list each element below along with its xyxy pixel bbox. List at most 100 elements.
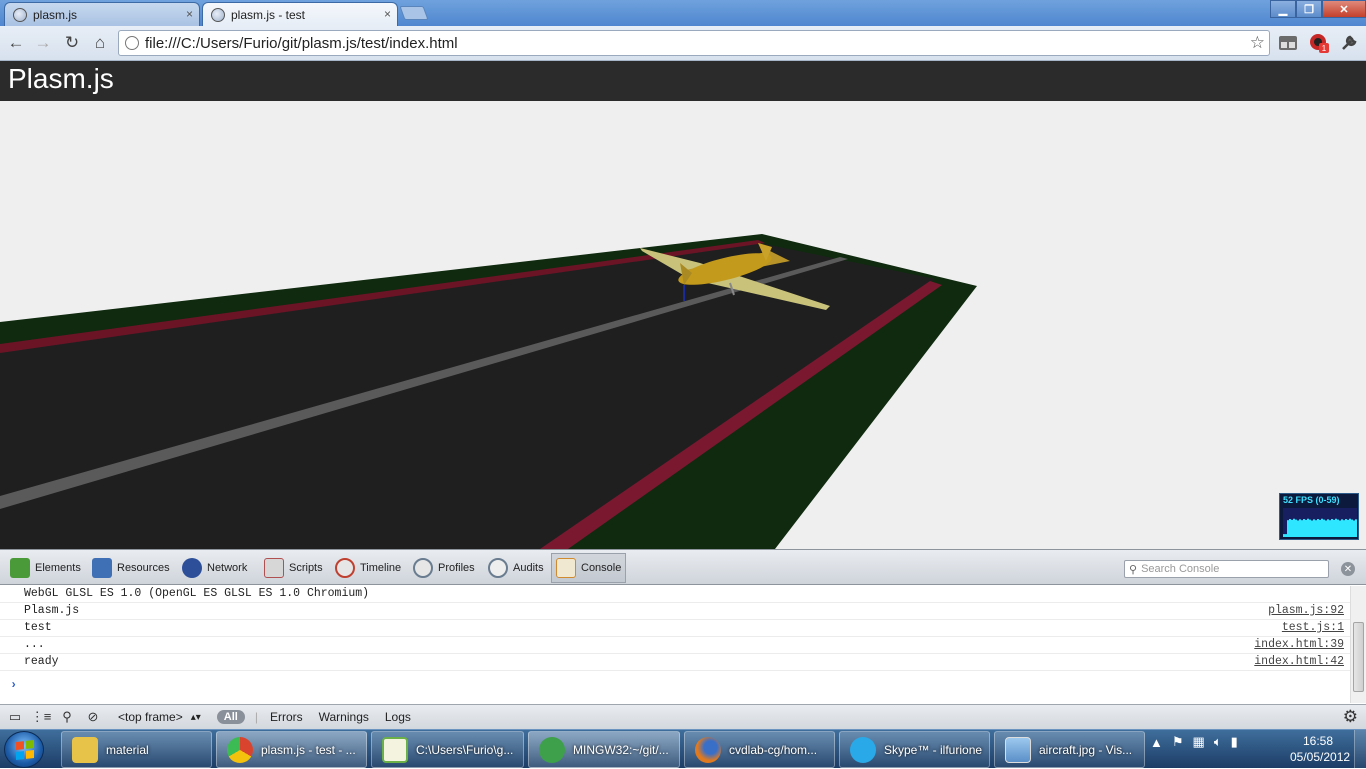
- chrome-icon: [227, 736, 253, 763]
- devtools-toolbar: Elements Resources Network Scripts Timel…: [0, 549, 1366, 585]
- console-scrollbar[interactable]: [1350, 586, 1366, 703]
- console-icon: [556, 558, 576, 578]
- console-source-link[interactable]: index.html:42: [1254, 654, 1344, 670]
- fps-bar: [1325, 520, 1327, 537]
- tab-plasm-js[interactable]: plasm.js ×: [4, 2, 200, 26]
- system-tray: ▲ ⚑ ▦ 🔈︎ ▮: [1150, 734, 1247, 750]
- taskbar-item-label: aircraft.jpg - Vis...: [1039, 742, 1133, 757]
- filter-all[interactable]: All: [216, 710, 245, 724]
- console-message: WebGL GLSL ES 1.0 (OpenGL ES GLSL ES 1.0…: [24, 587, 370, 600]
- taskbar-item-label: MINGW32:~/git/...: [573, 742, 669, 757]
- fps-meter[interactable]: 52 FPS (0-59): [1279, 493, 1359, 540]
- fps-bar: [1337, 519, 1339, 537]
- home-button[interactable]: ⌂: [89, 32, 111, 54]
- wrench-menu-icon[interactable]: [1338, 32, 1360, 54]
- taskbar-item-skype[interactable]: Skype™ - ilfurione: [839, 731, 990, 768]
- clear-console-icon[interactable]: ⊘: [82, 707, 104, 727]
- notepad-icon: [382, 736, 408, 763]
- taskbar-item-mingw[interactable]: MINGW32:~/git/...: [528, 731, 680, 768]
- taskbar-item-material[interactable]: material: [61, 731, 212, 768]
- close-tab-icon[interactable]: ×: [384, 7, 391, 21]
- fps-bar: [1295, 519, 1297, 537]
- extension-icon[interactable]: [1277, 32, 1299, 54]
- maximize-button[interactable]: ❐: [1296, 0, 1322, 18]
- adblock-extension-icon[interactable]: 1: [1308, 32, 1330, 54]
- gear-icon[interactable]: ⚙: [1343, 707, 1358, 727]
- console-output[interactable]: WebGL GLSL ES 1.0 (OpenGL ES GLSL ES 1.0…: [0, 586, 1350, 703]
- browser-toolbar: ← → ↻ ⌂ file:///C:/Users/Furio/git/plasm…: [0, 26, 1366, 61]
- close-devtools-icon[interactable]: ✕: [1341, 562, 1355, 576]
- taskbar-item-label: C:\Users\Furio\g...: [416, 742, 514, 757]
- scripts-icon: [264, 558, 284, 578]
- forward-button[interactable]: →: [32, 32, 54, 54]
- scrollbar-thumb[interactable]: [1353, 622, 1364, 692]
- elements-icon: [10, 558, 30, 578]
- search-placeholder: Search Console: [1141, 563, 1220, 575]
- taskbar-item-label: Skype™ - ilfurione: [884, 742, 983, 757]
- show-hidden-icons-icon[interactable]: ▲: [1150, 735, 1163, 750]
- fps-bar: [1345, 519, 1347, 537]
- console-source-link[interactable]: index.html:39: [1254, 637, 1344, 653]
- console-toggle-icon[interactable]: ⋮≡: [30, 707, 52, 727]
- address-bar[interactable]: file:///C:/Users/Furio/git/plasm.js/test…: [118, 30, 1270, 56]
- action-center-flag-icon[interactable]: ⚑: [1172, 734, 1184, 750]
- filter-errors[interactable]: Errors: [270, 710, 303, 724]
- back-button[interactable]: ←: [5, 32, 27, 54]
- tab-label: Network: [207, 562, 248, 574]
- console-source-link[interactable]: test.js:1: [1282, 620, 1344, 636]
- search-console-input[interactable]: ⚲ Search Console: [1124, 560, 1329, 578]
- tab-network[interactable]: Network: [178, 553, 251, 583]
- fps-bar: [1327, 519, 1329, 537]
- fps-bar: [1297, 520, 1299, 537]
- tab-plasm-js-test[interactable]: plasm.js - test ×: [202, 2, 398, 27]
- network-status-icon[interactable]: ▦: [1193, 734, 1205, 750]
- filter-logs[interactable]: Logs: [385, 710, 411, 724]
- tab-resources[interactable]: Resources: [88, 553, 174, 583]
- image-viewer-icon: [1005, 736, 1031, 763]
- fps-bar: [1351, 519, 1353, 537]
- system-clock[interactable]: 16:58 05/05/2012: [1290, 733, 1350, 765]
- filter-warnings[interactable]: Warnings: [319, 710, 369, 724]
- tab-elements[interactable]: Elements: [6, 553, 85, 583]
- new-tab-icon[interactable]: [399, 6, 429, 20]
- tab-audits[interactable]: Audits: [484, 553, 548, 583]
- power-icon[interactable]: ▮: [1231, 734, 1238, 750]
- taskbar-item-chrome[interactable]: plasm.js - test - ...: [216, 731, 367, 768]
- search-icon: ⚲: [1129, 563, 1138, 576]
- network-icon: [182, 558, 202, 578]
- tab-scripts[interactable]: Scripts: [260, 553, 327, 583]
- bookmark-star-icon[interactable]: ☆: [1250, 33, 1265, 53]
- git-icon: [539, 736, 565, 763]
- globe-icon: [13, 7, 27, 22]
- fps-graph: [1283, 508, 1357, 537]
- inspect-icon[interactable]: ⚲: [56, 707, 78, 727]
- webgl-canvas[interactable]: 52 FPS (0-59): [0, 101, 1366, 549]
- taskbar-item-firefox[interactable]: cvdlab-cg/hom...: [684, 731, 835, 768]
- minimize-button[interactable]: ▁: [1270, 0, 1296, 18]
- close-tab-icon[interactable]: ×: [186, 7, 193, 21]
- close-window-button[interactable]: ✕: [1322, 0, 1366, 18]
- taskbar-item-image-viewer[interactable]: aircraft.jpg - Vis...: [994, 731, 1145, 768]
- frame-selector[interactable]: <top frame>: [118, 710, 183, 724]
- fps-bar: [1287, 520, 1289, 537]
- tab-profiles[interactable]: Profiles: [409, 553, 479, 583]
- tab-title: plasm.js: [33, 7, 78, 22]
- timeline-icon: [335, 558, 355, 578]
- start-button[interactable]: [4, 731, 44, 768]
- reload-button[interactable]: ↻: [61, 32, 83, 54]
- tab-console[interactable]: Console: [551, 553, 627, 583]
- console-prompt[interactable]: ›: [10, 678, 17, 692]
- show-desktop-button[interactable]: [1354, 730, 1366, 769]
- fps-bar: [1283, 534, 1285, 537]
- tab-label: Timeline: [360, 562, 402, 574]
- fps-bar: [1307, 518, 1309, 537]
- taskbar-item-notepad[interactable]: C:\Users\Furio\g...: [371, 731, 524, 768]
- fps-bar: [1319, 519, 1321, 537]
- console-source-link[interactable]: plasm.js:92: [1268, 603, 1344, 619]
- url-text[interactable]: file:///C:/Users/Furio/git/plasm.js/test…: [145, 35, 1250, 52]
- volume-icon[interactable]: 🔈︎: [1214, 734, 1222, 750]
- page-icon: [125, 36, 139, 50]
- dock-icon[interactable]: ▭: [4, 707, 26, 727]
- tab-timeline[interactable]: Timeline: [331, 553, 405, 583]
- page-header: Plasm.js: [0, 61, 1366, 101]
